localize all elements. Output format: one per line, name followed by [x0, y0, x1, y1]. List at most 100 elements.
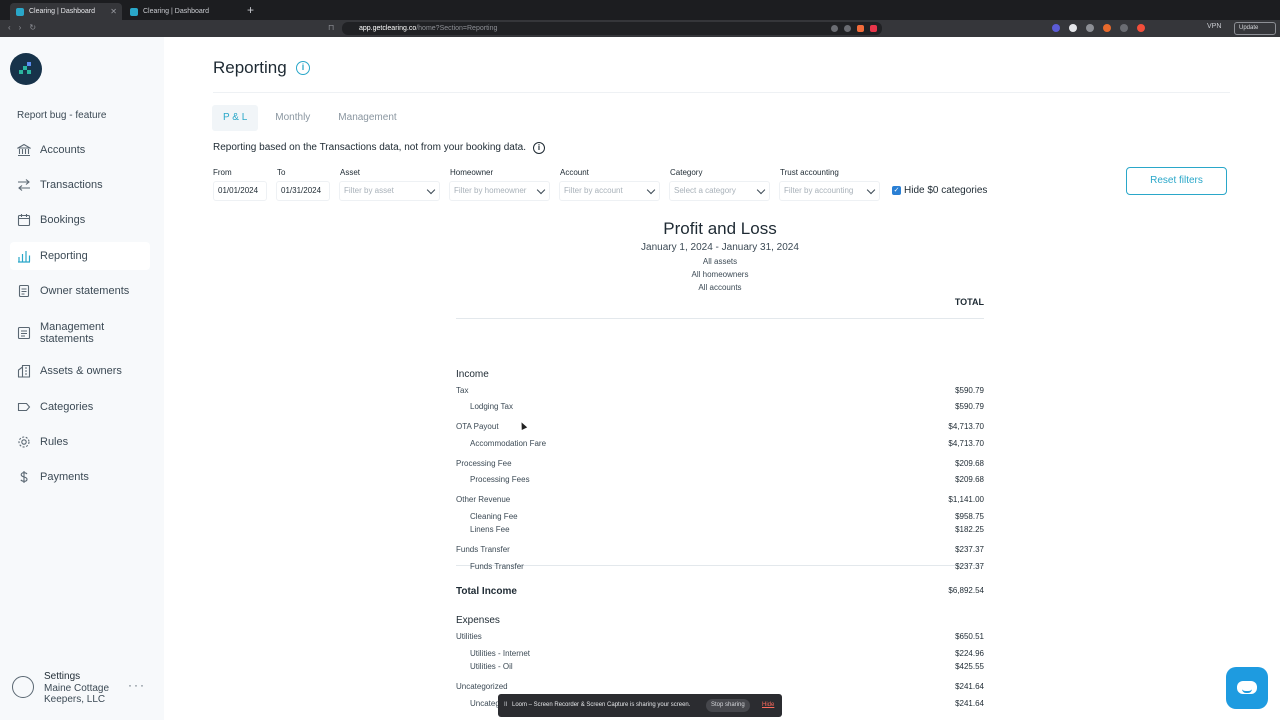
hide-link[interactable]: Hide [762, 702, 774, 708]
share-icon[interactable] [844, 25, 851, 32]
sidebar-item-categories[interactable]: Categories [10, 393, 150, 421]
tab-monthly[interactable]: Monthly [264, 105, 321, 131]
bar-chart-icon [16, 248, 32, 264]
report-row-value: $241.64 [955, 682, 984, 691]
report-row-value: $425.55 [955, 662, 984, 671]
report-row-label: Expenses [456, 615, 500, 626]
sidebar-item-assets-owners[interactable]: Assets & owners [10, 357, 150, 385]
pause-icon[interactable]: II [504, 702, 507, 708]
page-title: Reporting [213, 58, 287, 77]
sidebar: Report bug - feature Accounts Transactio… [0, 37, 164, 720]
report-row-value: $224.96 [955, 649, 984, 658]
extension-icon[interactable] [1120, 24, 1128, 32]
report-row-label: Funds Transfer [456, 545, 510, 554]
sidebar-item-rules[interactable]: Rules [10, 428, 150, 456]
update-button[interactable]: Update [1234, 22, 1276, 35]
extension-icon[interactable] [1103, 24, 1111, 32]
brave-rewards-icon[interactable] [870, 25, 877, 32]
clearing-favicon-icon [130, 7, 138, 16]
report-row-label: Processing Fees [470, 475, 530, 484]
more-options-icon[interactable]: ··· [128, 678, 146, 692]
clearing-logo[interactable] [10, 53, 42, 85]
hide-zero-toggle[interactable]: ✓ Hide $0 categories [892, 185, 987, 196]
info-icon[interactable]: i [533, 142, 545, 154]
sidebar-item-owner-statements[interactable]: Owner statements [10, 277, 150, 305]
report-row-value: $4,713.70 [948, 439, 984, 448]
checkbox-checked-icon[interactable]: ✓ [892, 186, 901, 195]
clearing-favicon-icon [16, 7, 24, 16]
sidebar-item-label: Rules [40, 436, 69, 448]
account-label: Account [560, 168, 589, 177]
sidebar-item-transactions[interactable]: Transactions [10, 171, 150, 199]
report-row-value: $6,892.54 [948, 586, 984, 595]
category-placeholder: Select a category [674, 186, 736, 195]
sidebar-item-management-statements[interactable]: Management statements [10, 317, 150, 349]
asset-select[interactable]: Filter by asset [339, 181, 440, 201]
extension-icon[interactable] [1069, 24, 1077, 32]
vpn-button[interactable]: VPN [1207, 23, 1221, 30]
report-row-label: Cleaning Fee [470, 512, 518, 521]
trust-accounting-select[interactable]: Filter by accounting [779, 181, 880, 201]
address-bar[interactable]: app.getclearing.co/home?Section=Reportin… [342, 22, 882, 35]
tab-management[interactable]: Management [327, 105, 407, 131]
report-homeowners: All homeowners [691, 270, 749, 279]
sidebar-item-label: Payments [40, 471, 89, 483]
browser-tab-title: Clearing | Dashboard [143, 8, 210, 15]
stop-sharing-button[interactable]: Stop sharing [706, 699, 750, 712]
sidebar-item-label: Bookings [40, 214, 86, 226]
extensions-bar [1052, 24, 1145, 32]
logo-mark-icon [19, 62, 31, 74]
browser-tab-active[interactable]: Clearing | Dashboard ✕ [10, 3, 122, 20]
from-label: From [213, 168, 232, 177]
new-tab-button[interactable]: + [247, 3, 254, 17]
extension-icon[interactable] [1086, 24, 1094, 32]
divider [456, 318, 984, 319]
asset-label: Asset [340, 168, 361, 177]
tab-pnl[interactable]: P & L [212, 105, 259, 131]
bank-icon [16, 142, 32, 158]
sidebar-item-bookings[interactable]: Bookings [10, 206, 150, 234]
report-bug-link[interactable]: Report bug - feature [17, 110, 107, 121]
dollar-icon [16, 469, 32, 485]
category-label: Category [670, 168, 703, 177]
homeowner-select[interactable]: Filter by homeowner [449, 181, 550, 201]
info-icon[interactable]: i [296, 61, 310, 75]
arrows-icon [16, 177, 32, 193]
zoom-icon[interactable] [831, 25, 838, 32]
report-row-label: Accommodation Fare [470, 439, 547, 448]
report-row-label: Funds Transfer [470, 562, 524, 571]
sidebar-item-label: Management statements [40, 321, 105, 345]
account-select[interactable]: Filter by account [559, 181, 660, 201]
loom-sharing-bar: II Loom – Screen Recorder & Screen Captu… [498, 694, 782, 717]
trust-accounting-label: Trust accounting [780, 168, 839, 177]
user-avatar-icon [12, 676, 34, 698]
chat-widget-button[interactable] [1226, 667, 1268, 709]
report-row-label: Linens Fee [470, 525, 510, 534]
report-row-label: Utilities - Internet [470, 649, 531, 658]
bookmark-icon[interactable]: ⊓ [328, 23, 334, 32]
main-content: Reporting i P & L Monthly Management Rep… [164, 37, 1280, 720]
chevron-down-icon [646, 185, 656, 195]
from-date-input[interactable]: 01/01/2024 [213, 181, 267, 201]
brave-shield-icon[interactable] [857, 25, 864, 32]
chevron-down-icon [536, 185, 546, 195]
calendar-icon [16, 212, 32, 228]
category-select[interactable]: Select a category [669, 181, 770, 201]
browser-tab-title: Clearing | Dashboard [29, 8, 96, 15]
sidebar-item-label: Reporting [40, 250, 88, 262]
reset-filters-button[interactable]: Reset filters [1126, 167, 1227, 195]
browser-tab[interactable]: Clearing | Dashboard [124, 3, 242, 20]
sidebar-item-payments[interactable]: Payments [10, 463, 150, 491]
extension-icon[interactable] [1052, 24, 1060, 32]
report-row-label: OTA Payout [456, 422, 499, 431]
sidebar-item-reporting[interactable]: Reporting [10, 242, 150, 270]
sidebar-item-accounts[interactable]: Accounts [10, 136, 150, 164]
browser-tab-bar: Clearing | Dashboard ✕ Clearing | Dashbo… [0, 0, 1280, 20]
report-assets: All assets [702, 257, 738, 266]
close-tab-icon[interactable]: ✕ [110, 7, 117, 16]
url-host: app.getclearing.co [359, 25, 417, 32]
back-forward-reload-icons[interactable]: ‹›↻ [8, 23, 44, 32]
extension-icon[interactable] [1137, 24, 1145, 32]
settings-menu[interactable]: Settings Maine Cottage Keepers, LLC ··· [12, 671, 157, 711]
to-date-input[interactable]: 01/31/2024 [276, 181, 330, 201]
